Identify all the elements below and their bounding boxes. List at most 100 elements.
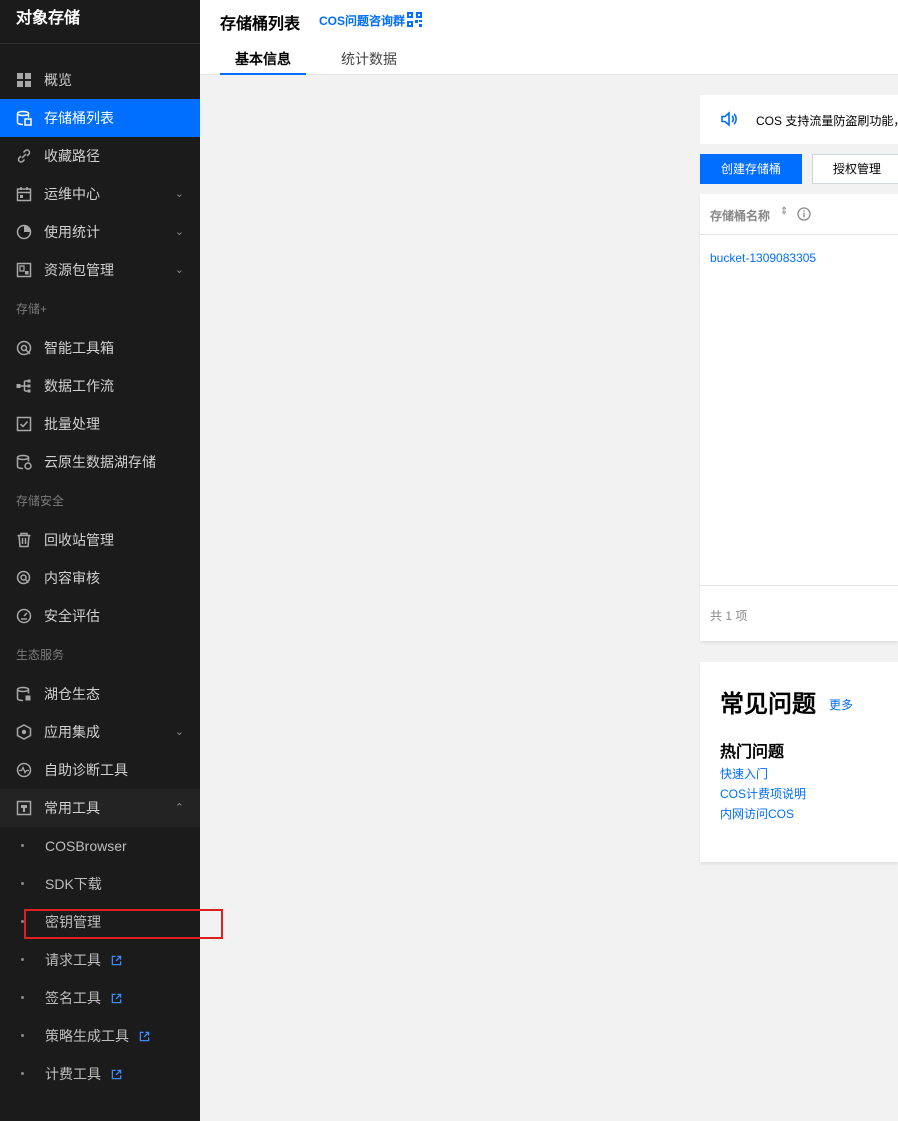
sidebar-subitem-label: 策略生成工具: [45, 1028, 129, 1044]
external-link-icon: [111, 993, 122, 1004]
faq-more-link[interactable]: 更多: [829, 696, 853, 713]
sidebar-item-lakehouse[interactable]: 湖仓生态: [0, 675, 200, 713]
sidebar-subitem-policy-generator[interactable]: 策略生成工具: [0, 1017, 200, 1055]
notice-text: COS 支持流量防盗刷功能，: [756, 114, 898, 128]
lakehouse-icon: [16, 686, 31, 702]
sidebar-item-content-audit[interactable]: 内容审核: [0, 559, 200, 597]
sidebar-item-label: 常用工具: [44, 800, 100, 816]
bullet-icon: [21, 1072, 24, 1075]
sidebar-item-batch-processing[interactable]: 批量处理: [0, 405, 200, 443]
sidebar-item-ops-center[interactable]: 运维中心 ⌄: [0, 175, 200, 213]
sidebar-item-overview[interactable]: 概览: [0, 61, 200, 99]
sidebar-item-data-workflow[interactable]: 数据工作流: [0, 367, 200, 405]
sidebar-subitem-label: 签名工具: [45, 990, 101, 1006]
sidebar-item-smart-toolbox[interactable]: 智能工具箱: [0, 329, 200, 367]
external-link-icon: [139, 1031, 150, 1042]
workflow-icon: [16, 379, 31, 393]
bullet-icon: [21, 844, 24, 847]
bullet-icon: [21, 958, 24, 961]
sidebar-item-resource-packages[interactable]: 资源包管理 ⌄: [0, 251, 200, 289]
sidebar-item-label: 批量处理: [44, 416, 100, 432]
table-header: 存储桶名称 ⇕: [700, 194, 898, 235]
sidebar-item-label: 收藏路径: [44, 148, 100, 164]
chevron-down-icon: ⌄: [174, 264, 184, 276]
notice-banner: COS 支持流量防盗刷功能，: [700, 95, 898, 144]
sidebar-item-label: 运维中心: [44, 186, 100, 202]
pie-icon: [16, 224, 32, 240]
bullet-icon: [21, 920, 24, 923]
sidebar-item-label: 回收站管理: [44, 532, 114, 548]
sidebar-item-data-lake[interactable]: 云原生数据湖存储: [0, 443, 200, 481]
sidebar-item-security-assessment[interactable]: 安全评估: [0, 597, 200, 635]
calendar-icon: [16, 187, 32, 202]
sidebar-subitem-label: SDK下载: [45, 876, 102, 892]
sidebar-subitem-request-tool[interactable]: 请求工具: [0, 941, 200, 979]
sidebar-item-label: 资源包管理: [44, 262, 114, 278]
qr-code-icon[interactable]: [407, 12, 422, 27]
group-label-storage-plus: 存储+: [16, 302, 48, 316]
bucket-name-link[interactable]: bucket-1309083305: [710, 251, 816, 265]
sidebar-item-label: 应用集成: [44, 724, 100, 740]
chevron-down-icon: ⌄: [174, 726, 184, 738]
bullet-icon: [21, 996, 24, 999]
info-icon[interactable]: [797, 207, 811, 221]
sidebar-item-bucket-list[interactable]: 存储桶列表: [0, 99, 200, 137]
sidebar-subitem-signature-tool[interactable]: 签名工具: [0, 979, 200, 1017]
sidebar-item-self-diagnosis[interactable]: 自助诊断工具: [0, 751, 200, 789]
sidebar-subitem-label: COSBrowser: [45, 838, 127, 854]
tab-statistics[interactable]: 统计数据: [326, 44, 412, 75]
sidebar-item-label: 自助诊断工具: [44, 762, 128, 778]
sidebar-subitem-label: 计费工具: [45, 1066, 101, 1082]
toolbox-icon: [16, 340, 32, 356]
sidebar-subitem-label: 请求工具: [45, 952, 101, 968]
link-icon: [17, 149, 31, 163]
sidebar-subitem-cosbrowser[interactable]: COSBrowser: [0, 827, 200, 865]
faq-link-list: 快速入门 COS计费项说明 内网访问COS: [720, 764, 806, 824]
faq-link-billing[interactable]: COS计费项说明: [720, 784, 806, 804]
sidebar-item-recycle-bin[interactable]: 回收站管理: [0, 521, 200, 559]
sidebar-item-common-tools[interactable]: 常用工具 ⌃: [0, 789, 200, 827]
trash-icon: [17, 532, 31, 548]
create-bucket-button[interactable]: 创建存储桶: [700, 154, 802, 184]
table-footer: 共 1 项: [700, 585, 898, 641]
sidebar-item-favorite-paths[interactable]: 收藏路径: [0, 137, 200, 175]
sidebar-subitem-sdk-download[interactable]: SDK下载: [0, 865, 200, 903]
cos-qa-group-link[interactable]: COS问题咨询群: [319, 12, 405, 29]
package-icon: [16, 262, 32, 278]
sidebar-item-label: 数据工作流: [44, 378, 114, 394]
authorization-management-button[interactable]: 授权管理: [812, 154, 898, 184]
sidebar-subitem-key-management[interactable]: 密钥管理: [0, 903, 200, 941]
tab-bar: 基本信息 统计数据: [220, 44, 432, 75]
tool-icon: [16, 800, 32, 816]
checkbox-icon: [16, 416, 32, 432]
faq-title: 常见问题: [720, 691, 816, 718]
diagnose-icon: [16, 762, 32, 778]
sidebar-subitem-billing-tool[interactable]: 计费工具: [0, 1055, 200, 1093]
integration-icon: [16, 724, 32, 740]
faq-card: 常见问题 更多 热门问题 快速入门 COS计费项说明 内网访问COS: [700, 662, 898, 862]
sort-icon[interactable]: ⇕: [780, 206, 788, 217]
tab-basic-info[interactable]: 基本信息: [220, 44, 306, 75]
product-title: 对象存储: [0, 0, 200, 44]
database-icon: [16, 454, 32, 470]
faq-link-intranet-access[interactable]: 内网访问COS: [720, 804, 806, 824]
sidebar: 对象存储 概览 存储桶列表 收藏路径 运维中心 ⌄ 使用统计 ⌄ 资源包管理 ⌄: [0, 0, 200, 1121]
bucket-table: 存储桶名称 ⇕ bucket-1309083305 共 1 项: [700, 194, 898, 641]
audit-icon: [16, 570, 31, 585]
external-link-icon: [111, 955, 122, 966]
sidebar-nav: 概览 存储桶列表 收藏路径 运维中心 ⌄ 使用统计 ⌄ 资源包管理 ⌄ 存储+: [0, 61, 200, 1093]
page-header: 存储桶列表 COS问题咨询群 基本信息 统计数据: [200, 0, 898, 75]
page-title: 存储桶列表: [220, 16, 301, 33]
chevron-down-icon: ⌄: [174, 226, 184, 238]
chevron-down-icon: ⌄: [174, 188, 184, 200]
sidebar-item-app-integration[interactable]: 应用集成 ⌄: [0, 713, 200, 751]
sidebar-item-usage-stats[interactable]: 使用统计 ⌄: [0, 213, 200, 251]
sidebar-item-label: 概览: [44, 72, 72, 88]
sidebar-item-label: 湖仓生态: [44, 686, 100, 702]
faq-link-quick-start[interactable]: 快速入门: [720, 764, 806, 784]
chevron-up-icon: ⌃: [174, 802, 184, 814]
external-link-icon: [111, 1069, 122, 1080]
bullet-icon: [21, 1034, 24, 1037]
speaker-icon: [721, 111, 737, 127]
sidebar-item-label: 内容审核: [44, 570, 100, 586]
